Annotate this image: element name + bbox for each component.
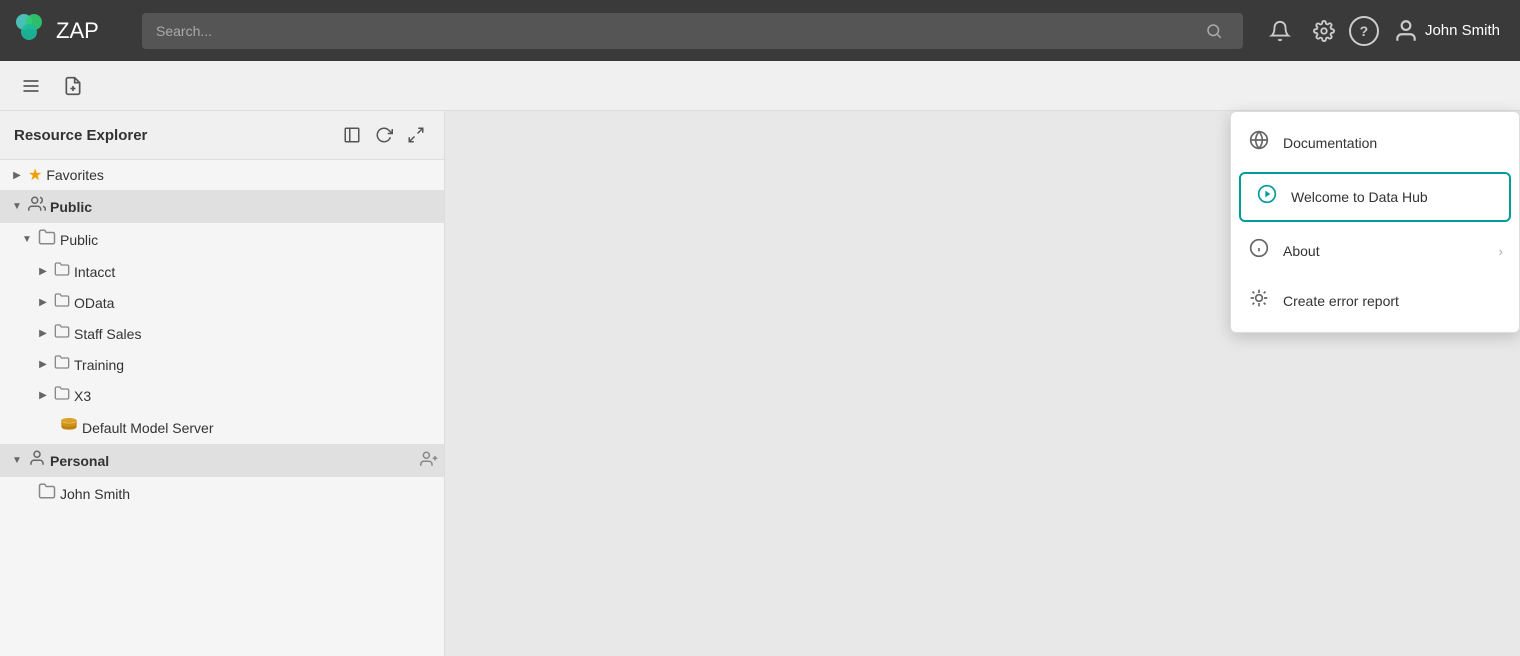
favorites-star-icon: ★ <box>28 165 42 185</box>
sidebar-item-public-header[interactable]: ▼ Public <box>0 190 444 223</box>
odata-arrow: ▶ <box>36 297 50 308</box>
sidebar: Resource Explorer <box>0 111 445 656</box>
intacct-folder-icon <box>54 261 70 282</box>
x3-folder-icon <box>54 385 70 406</box>
odata-label: OData <box>74 295 438 311</box>
public-header-label: Public <box>50 199 438 215</box>
menu-item-documentation[interactable]: Documentation <box>1231 118 1519 168</box>
john-smith-folder-icon <box>38 482 56 505</box>
training-label: Training <box>74 357 438 373</box>
welcome-label: Welcome to Data Hub <box>1291 189 1495 205</box>
help-dropdown-menu: Documentation Welcome to Data Hub <box>1230 111 1520 333</box>
sidebar-item-public-folder[interactable]: ▼ Public <box>0 223 444 256</box>
about-label: About <box>1283 243 1487 259</box>
intacct-label: Intacct <box>74 264 438 280</box>
menu-item-about[interactable]: About › <box>1231 226 1519 276</box>
sidebar-header: Resource Explorer <box>0 111 444 160</box>
globe-icon <box>1247 130 1271 156</box>
staff-sales-arrow: ▶ <box>36 328 50 339</box>
sidebar-item-default-model-server[interactable]: Default Model Server <box>0 411 444 444</box>
logo-area: ZAP <box>12 10 132 52</box>
help-button[interactable]: ? <box>1349 16 1379 46</box>
staff-sales-folder-icon <box>54 323 70 344</box>
sidebar-item-odata[interactable]: ▶ OData <box>0 287 444 318</box>
menu-item-create-error-report[interactable]: Create error report <box>1231 276 1519 326</box>
intacct-arrow: ▶ <box>36 266 50 277</box>
expand-button[interactable] <box>402 121 430 149</box>
sidebar-title: Resource Explorer <box>14 127 147 144</box>
user-area[interactable]: John Smith <box>1385 12 1508 50</box>
info-icon <box>1247 238 1271 264</box>
dms-stack-icon <box>60 416 78 439</box>
staff-sales-label: Staff Sales <box>74 326 438 342</box>
main-layout: Resource Explorer <box>0 111 1520 656</box>
sidebar-item-intacct[interactable]: ▶ Intacct <box>0 256 444 287</box>
training-arrow: ▶ <box>36 359 50 370</box>
sidebar-item-training[interactable]: ▶ Training <box>0 349 444 380</box>
public-group-icon <box>28 195 46 218</box>
favorites-label: Favorites <box>46 167 438 183</box>
play-icon <box>1255 184 1279 210</box>
sidebar-item-personal-header[interactable]: ▼ Personal <box>0 444 444 477</box>
sidebar-item-favorites[interactable]: ▶ ★ Favorites <box>0 160 444 190</box>
settings-button[interactable] <box>1305 12 1343 50</box>
app-title: ZAP <box>56 18 99 44</box>
public-folder-label: Public <box>60 232 438 248</box>
about-chevron-icon: › <box>1499 244 1503 259</box>
nav-icons: ? John Smith <box>1261 12 1508 50</box>
bug-icon <box>1247 288 1271 314</box>
public-folder-icon <box>38 228 56 251</box>
sidebar-item-x3[interactable]: ▶ X3 <box>0 380 444 411</box>
toolbar <box>0 61 1520 111</box>
collapse-button[interactable] <box>338 121 366 149</box>
public-folder-arrow: ▼ <box>20 234 34 245</box>
odata-folder-icon <box>54 292 70 313</box>
create-error-report-label: Create error report <box>1283 293 1503 309</box>
public-arrow: ▼ <box>10 201 24 212</box>
personal-user-icon <box>28 449 46 472</box>
x3-label: X3 <box>74 388 438 404</box>
documentation-label: Documentation <box>1283 135 1503 151</box>
menu-item-welcome[interactable]: Welcome to Data Hub <box>1239 172 1511 222</box>
personal-header-label: Personal <box>50 453 416 469</box>
user-name: John Smith <box>1425 22 1500 39</box>
search-input[interactable] <box>156 23 1195 39</box>
content-area: Documentation Welcome to Data Hub <box>445 111 1520 656</box>
search-button[interactable] <box>1195 12 1233 50</box>
new-document-button[interactable] <box>56 69 90 103</box>
topnav: ZAP ? John Smith <box>0 0 1520 61</box>
sidebar-item-staff-sales[interactable]: ▶ Staff Sales <box>0 318 444 349</box>
x3-arrow: ▶ <box>36 390 50 401</box>
personal-arrow: ▼ <box>10 455 24 466</box>
personal-add-user-icon[interactable] <box>420 450 438 472</box>
training-folder-icon <box>54 354 70 375</box>
dms-label: Default Model Server <box>82 420 438 436</box>
refresh-button[interactable] <box>370 121 398 149</box>
favorites-arrow: ▶ <box>10 170 24 181</box>
sidebar-header-icons <box>338 121 430 149</box>
zap-logo <box>12 10 48 52</box>
notifications-button[interactable] <box>1261 12 1299 50</box>
search-bar <box>142 13 1243 49</box>
john-smith-label: John Smith <box>60 486 438 502</box>
sidebar-item-john-smith[interactable]: ▶ John Smith <box>0 477 444 510</box>
menu-button[interactable] <box>14 69 48 103</box>
